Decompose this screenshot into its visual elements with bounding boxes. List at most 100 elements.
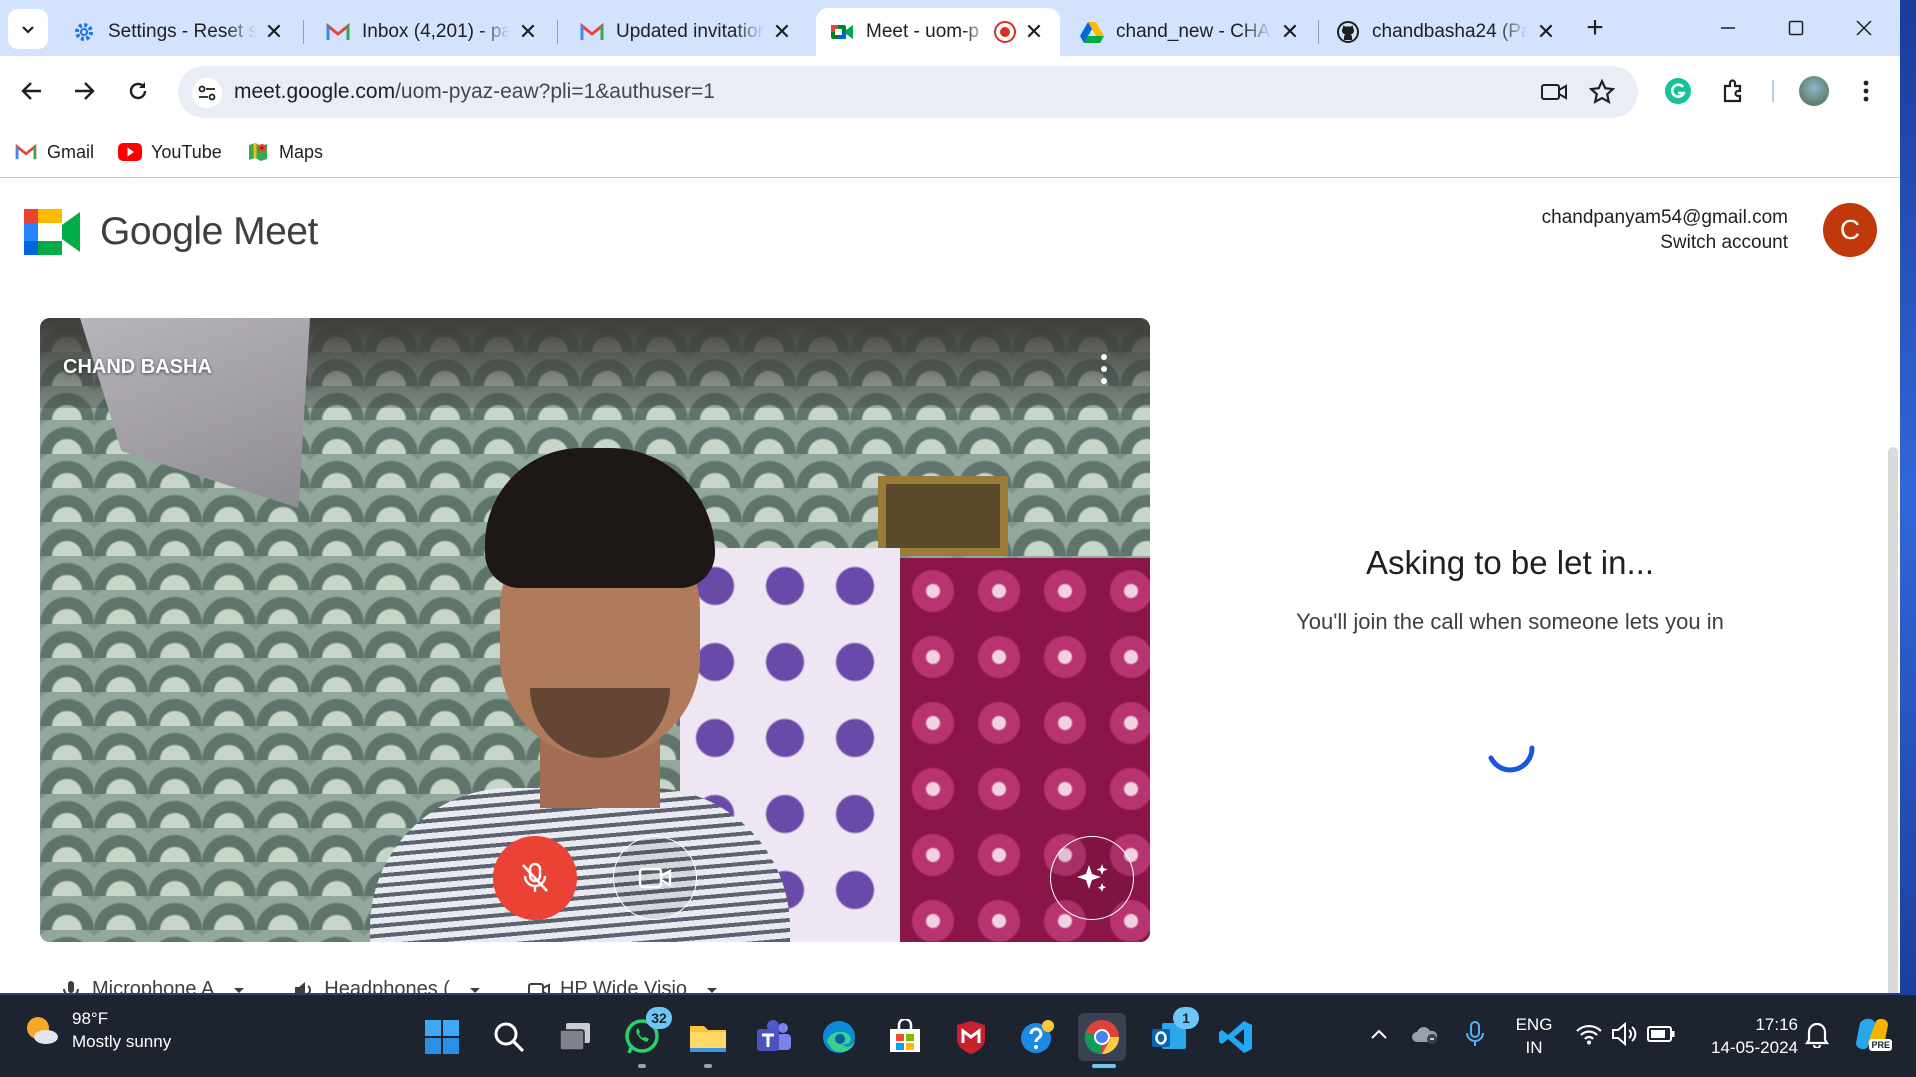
microphone-icon bbox=[63, 980, 79, 993]
microphone-toggle-button[interactable] bbox=[493, 836, 577, 920]
close-icon[interactable]: ✕ bbox=[1534, 19, 1558, 45]
taskbar-microsoft-store[interactable] bbox=[881, 1013, 929, 1061]
copilot-button[interactable]: PRE bbox=[1852, 1018, 1892, 1051]
google-drive-icon bbox=[1080, 20, 1104, 44]
taskbar-get-help[interactable] bbox=[1013, 1013, 1061, 1061]
dropdown-arrow-icon bbox=[469, 987, 480, 993]
address-bar[interactable]: meet.google.com/uom-pyaz-eaw?pli=1&authu… bbox=[178, 66, 1638, 118]
windows-logo-icon bbox=[425, 1020, 459, 1054]
reload-button[interactable] bbox=[120, 73, 156, 109]
camera-selector[interactable]: HP Wide Visio bbox=[527, 978, 719, 993]
tab-title: chandbasha24 (Pa bbox=[1372, 21, 1528, 42]
taskbar-search-button[interactable] bbox=[485, 1013, 533, 1061]
extensions-icon[interactable] bbox=[1716, 73, 1752, 109]
outlook-notification-badge: 1 bbox=[1173, 1007, 1199, 1029]
gmail-icon bbox=[14, 142, 38, 162]
battery-tray-icon[interactable] bbox=[1646, 1019, 1676, 1049]
cloud-icon bbox=[1412, 1027, 1438, 1044]
taskbar-chrome[interactable] bbox=[1078, 1013, 1126, 1061]
profile-avatar-icon[interactable] bbox=[1796, 73, 1832, 109]
grammarly-extension-icon[interactable] bbox=[1660, 73, 1696, 109]
onedrive-tray-icon[interactable] bbox=[1410, 1019, 1440, 1049]
browser-window: Settings - Reset se ✕ Inbox (4,201) - pa… bbox=[0, 0, 1900, 993]
system-clock[interactable]: 17:16 14-05-2024 bbox=[1688, 1013, 1798, 1059]
account-avatar[interactable]: C bbox=[1823, 203, 1877, 257]
task-view-button[interactable] bbox=[551, 1013, 599, 1061]
close-icon[interactable]: ✕ bbox=[1278, 19, 1302, 45]
taskbar-outlook[interactable]: 1 bbox=[1145, 1007, 1199, 1061]
visual-effects-button[interactable] bbox=[1050, 836, 1134, 920]
bookmark-gmail[interactable]: Gmail bbox=[14, 138, 94, 166]
language-indicator[interactable]: ENG IN bbox=[1514, 1013, 1554, 1059]
tab-drive[interactable]: chand_new - CHA ✕ bbox=[1066, 8, 1316, 56]
wifi-icon bbox=[1576, 1024, 1602, 1045]
taskbar-edge[interactable] bbox=[815, 1013, 863, 1061]
taskbar-mcafee[interactable] bbox=[947, 1013, 995, 1061]
speaker-selector[interactable]: Headphones ( bbox=[292, 978, 482, 993]
weather-widget[interactable]: 98°F Mostly sunny bbox=[22, 1007, 171, 1053]
language-primary: ENG bbox=[1515, 1015, 1553, 1034]
microphone-tray-icon[interactable] bbox=[1460, 1019, 1490, 1049]
url-text: meet.google.com/uom-pyaz-eaw?pli=1&authu… bbox=[234, 80, 715, 104]
tab-settings[interactable]: Settings - Reset se ✕ bbox=[58, 8, 300, 56]
tab-updated-invitation[interactable]: Updated invitation ✕ bbox=[566, 8, 808, 56]
participant-name: CHAND BASHA bbox=[63, 356, 212, 378]
gmail-icon bbox=[580, 20, 604, 44]
tab-github[interactable]: chandbasha24 (Pa ✕ bbox=[1322, 8, 1572, 56]
close-icon[interactable]: ✕ bbox=[262, 19, 286, 45]
taskbar-whatsapp[interactable]: 32 bbox=[618, 1007, 672, 1061]
notifications-tray-icon[interactable] bbox=[1802, 1019, 1832, 1049]
bookmark-youtube[interactable]: YouTube bbox=[118, 138, 222, 166]
wifi-tray-icon[interactable] bbox=[1574, 1019, 1604, 1049]
video-options-button[interactable] bbox=[1100, 354, 1108, 384]
close-icon[interactable]: ✕ bbox=[770, 19, 794, 45]
tab-title: Updated invitation bbox=[616, 21, 764, 42]
gmail-icon bbox=[326, 20, 350, 44]
close-window-button[interactable] bbox=[1836, 8, 1892, 48]
camera-icon bbox=[638, 867, 672, 889]
person-shirt bbox=[370, 788, 790, 942]
show-hidden-icons-button[interactable] bbox=[1364, 1019, 1394, 1049]
bookmark-star-icon[interactable] bbox=[1588, 78, 1616, 106]
task-view-icon bbox=[559, 1023, 590, 1051]
bookmark-label: Gmail bbox=[47, 141, 95, 162]
person-hair bbox=[485, 448, 715, 588]
clock-date: 14-05-2024 bbox=[1711, 1038, 1798, 1057]
site-info-icon[interactable] bbox=[192, 78, 222, 108]
forward-button[interactable] bbox=[66, 73, 102, 109]
close-icon[interactable]: ✕ bbox=[516, 19, 540, 45]
back-button[interactable] bbox=[14, 73, 50, 109]
taskbar-file-explorer[interactable] bbox=[684, 1013, 732, 1061]
folder-icon bbox=[690, 1026, 726, 1052]
tab-meet[interactable]: Meet - uom-p ✕ bbox=[816, 8, 1060, 56]
microphone-icon bbox=[1466, 1021, 1484, 1046]
camera-toggle-button[interactable] bbox=[613, 836, 697, 920]
volume-tray-icon[interactable] bbox=[1610, 1019, 1640, 1049]
chrome-icon bbox=[1084, 1020, 1119, 1055]
microphone-off-icon bbox=[522, 862, 548, 892]
tab-search-button[interactable] bbox=[8, 9, 48, 49]
tab-separator bbox=[303, 20, 304, 44]
new-tab-button[interactable]: + bbox=[1578, 12, 1612, 46]
page-scrollbar[interactable] bbox=[1888, 447, 1898, 993]
meet-page: Google Meet chandpanyam54@gmail.com Swit… bbox=[0, 179, 1900, 993]
close-icon[interactable]: ✕ bbox=[1022, 19, 1046, 45]
taskbar-teams[interactable] bbox=[750, 1013, 798, 1061]
maximize-button[interactable] bbox=[1768, 8, 1824, 48]
switch-account-link[interactable]: Switch account bbox=[1542, 230, 1788, 255]
bookmarks-bar: Gmail YouTube Maps bbox=[0, 126, 1900, 178]
weather-description: Mostly sunny bbox=[72, 1032, 172, 1051]
bookmark-maps[interactable]: Maps bbox=[246, 138, 323, 166]
url-host: meet.google.com bbox=[234, 80, 396, 103]
camera-in-use-icon[interactable] bbox=[1540, 78, 1568, 106]
start-button[interactable] bbox=[418, 1013, 466, 1061]
help-icon bbox=[1021, 1020, 1054, 1053]
tab-inbox[interactable]: Inbox (4,201) - par ✕ bbox=[312, 8, 554, 56]
browser-menu-button[interactable] bbox=[1848, 73, 1884, 109]
google-meet-logo[interactable]: Google Meet bbox=[24, 209, 318, 255]
status-title: Asking to be let in... bbox=[1366, 544, 1654, 581]
tab-title: Inbox (4,201) - par bbox=[362, 21, 510, 42]
taskbar-vscode[interactable] bbox=[1212, 1013, 1260, 1061]
microphone-selector[interactable]: Microphone A bbox=[60, 978, 246, 993]
minimize-button[interactable] bbox=[1700, 8, 1756, 48]
